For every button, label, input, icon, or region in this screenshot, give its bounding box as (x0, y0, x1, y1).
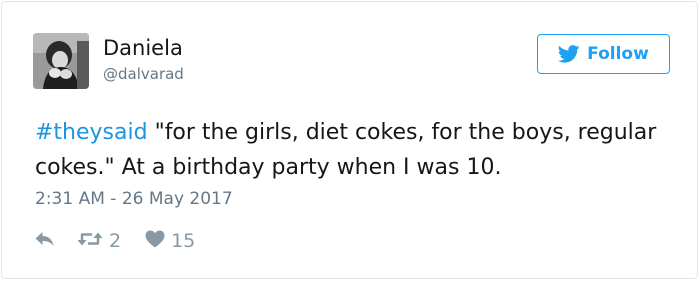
tweet-actions: 2 15 (35, 228, 195, 254)
retweet-button[interactable]: 2 (77, 229, 121, 253)
reply-button[interactable] (35, 230, 55, 252)
user-name[interactable]: Daniela (103, 34, 183, 62)
follow-button[interactable]: Follow (537, 34, 670, 74)
hashtag-link[interactable]: #theysaid (35, 120, 148, 145)
avatar[interactable] (33, 33, 89, 89)
tweet-card: Daniela @dalvarad Follow #theysaid "for … (1, 1, 698, 279)
like-count: 15 (171, 230, 196, 252)
tweet-timestamp[interactable]: 2:31 AM - 26 May 2017 (35, 188, 233, 210)
user-handle[interactable]: @dalvarad (103, 64, 184, 84)
retweet-icon (77, 230, 103, 253)
avatar-photo (33, 33, 89, 89)
follow-label: Follow (587, 44, 649, 64)
tweet-text: #theysaid "for the girls, diet cokes, fo… (35, 115, 675, 185)
like-button[interactable]: 15 (145, 229, 195, 253)
retweet-count: 2 (109, 230, 122, 252)
heart-icon (145, 230, 165, 253)
reply-icon (35, 230, 55, 252)
twitter-bird-icon (558, 45, 580, 63)
